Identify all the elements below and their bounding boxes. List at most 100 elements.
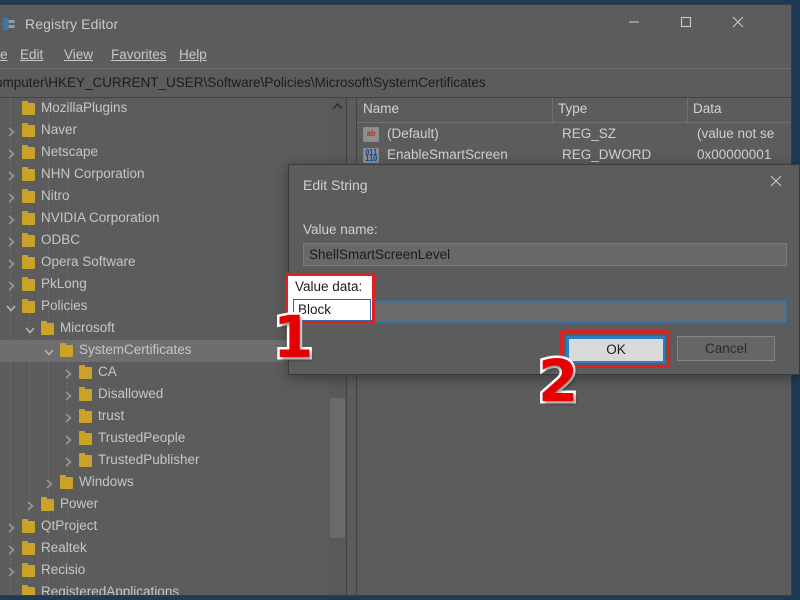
- annotation-value-data-label: Value data:: [295, 279, 363, 294]
- chevron-right-icon[interactable]: [24, 499, 36, 511]
- value-name-label: Value name:: [303, 222, 378, 237]
- address-bar[interactable]: omputer\HKEY_CURRENT_USER\Software\Polic…: [0, 69, 791, 97]
- tree-item-label: Recisio: [41, 562, 86, 577]
- column-header-data[interactable]: Data: [687, 98, 791, 122]
- edit-string-dialog: Edit String Value name: ShellSmartScreen…: [288, 164, 800, 375]
- menu-view-label: View: [64, 47, 94, 62]
- chevron-right-icon[interactable]: [62, 389, 74, 401]
- dialog-close-button[interactable]: [753, 165, 799, 196]
- tree-item-label: Disallowed: [98, 386, 164, 401]
- chevron-down-icon[interactable]: [24, 323, 36, 335]
- folder-icon: [22, 211, 35, 225]
- tree-item[interactable]: TrustedPeople: [0, 428, 357, 450]
- chevron-right-icon[interactable]: [5, 257, 17, 269]
- tree-item[interactable]: Realtek: [0, 538, 357, 560]
- header-underline: [357, 122, 791, 123]
- folder-icon: [22, 167, 35, 181]
- menu-help[interactable]: Help: [172, 45, 214, 64]
- chevron-right-icon[interactable]: [5, 235, 17, 247]
- tree-item[interactable]: TrustedPublisher: [0, 450, 357, 472]
- menu-file-label: e: [0, 47, 8, 62]
- tree-item[interactable]: Power: [0, 494, 357, 516]
- chevron-right-icon[interactable]: [62, 433, 74, 445]
- value-name: EnableSmartScreen: [387, 147, 508, 162]
- folder-icon: [41, 497, 54, 511]
- annotation-marker-2: 2: [535, 347, 580, 415]
- folder-icon: [60, 475, 73, 489]
- address-text: omputer\HKEY_CURRENT_USER\Software\Polic…: [0, 75, 486, 90]
- menu-favorites-label: Favorites: [111, 47, 167, 62]
- menu-favorites[interactable]: Favorites: [104, 45, 174, 64]
- close-button[interactable]: [715, 5, 761, 39]
- tree-item[interactable]: Netscape: [0, 142, 357, 164]
- minimize-button[interactable]: [611, 5, 657, 39]
- chevron-up-icon[interactable]: [329, 98, 346, 115]
- column-header-type[interactable]: Type: [552, 98, 687, 122]
- chevron-right-icon[interactable]: [5, 191, 17, 203]
- chevron-right-icon[interactable]: [5, 521, 17, 533]
- chevron-right-icon[interactable]: [5, 565, 17, 577]
- tree-item[interactable]: Recisio: [0, 560, 357, 582]
- annotation-marker-1: 1: [270, 303, 315, 371]
- chevron-right-icon[interactable]: [62, 367, 74, 379]
- tree-item[interactable]: MozillaPlugins: [0, 98, 357, 120]
- reg-dword-icon: 011 110: [363, 148, 379, 163]
- tree-item-label: Microsoft: [60, 320, 115, 335]
- chevron-right-icon[interactable]: [5, 169, 17, 181]
- column-header-name[interactable]: Name: [357, 98, 552, 122]
- menu-help-label: Help: [179, 47, 207, 62]
- tree-scrollbar-thumb[interactable]: [330, 398, 345, 538]
- folder-icon: [22, 541, 35, 555]
- tree-item[interactable]: RegisteredApplications: [0, 582, 357, 595]
- registry-editor-icon: [2, 17, 16, 31]
- chevron-right-icon[interactable]: [5, 279, 17, 291]
- menu-edit[interactable]: Edit: [13, 45, 50, 64]
- tree-item-label: PkLong: [41, 276, 87, 291]
- tree-item[interactable]: Disallowed: [0, 384, 357, 406]
- dialog-title: Edit String: [303, 177, 368, 193]
- chevron-right-icon[interactable]: [62, 411, 74, 423]
- chevron-right-icon[interactable]: [5, 147, 17, 159]
- maximize-button[interactable]: [663, 5, 709, 39]
- menu-view[interactable]: View: [57, 45, 100, 64]
- annotation-ok-button[interactable]: OK: [567, 337, 665, 363]
- chevron-down-icon[interactable]: [43, 345, 55, 357]
- chevron-right-icon[interactable]: [5, 543, 17, 555]
- chevron-right-icon[interactable]: [5, 125, 17, 137]
- table-row[interactable]: ab (Default) REG_SZ (value not se: [357, 124, 791, 145]
- tree-item[interactable]: Naver: [0, 120, 357, 142]
- tree-item-label: trust: [98, 408, 125, 423]
- folder-icon: [22, 189, 35, 203]
- folder-icon: [22, 563, 35, 577]
- tree-item-label: QtProject: [41, 518, 98, 533]
- cancel-button[interactable]: Cancel: [677, 336, 775, 361]
- title-bar: Registry Editor: [0, 5, 791, 42]
- tree-item-label: Nitro: [41, 188, 70, 203]
- tree-item-label: Policies: [41, 298, 88, 313]
- folder-icon: [79, 453, 92, 467]
- value-name-input[interactable]: ShellSmartScreenLevel: [303, 243, 787, 266]
- chevron-down-icon[interactable]: [5, 301, 17, 313]
- column-divider-1[interactable]: [552, 98, 553, 122]
- column-divider-2[interactable]: [687, 98, 688, 122]
- value-data-input[interactable]: [303, 300, 787, 323]
- tree-item-label: CA: [98, 364, 117, 379]
- value-name: (Default): [387, 126, 439, 141]
- chevron-right-icon[interactable]: [62, 455, 74, 467]
- folder-icon: [22, 255, 35, 269]
- folder-icon: [79, 409, 92, 423]
- folder-icon: [79, 431, 92, 445]
- tree-item[interactable]: Windows: [0, 472, 357, 494]
- tree-item[interactable]: QtProject: [0, 516, 357, 538]
- folder-icon: [60, 343, 73, 357]
- folder-icon: [22, 123, 35, 137]
- chevron-right-icon[interactable]: [5, 213, 17, 225]
- tree-item-label: Realtek: [41, 540, 87, 555]
- value-data: 0x00000001: [697, 147, 772, 162]
- table-row[interactable]: 011 110 EnableSmartScreen REG_DWORD 0x000…: [357, 145, 791, 166]
- tree-item-label: ODBC: [41, 232, 81, 247]
- tree-item[interactable]: trust: [0, 406, 357, 428]
- tree-item-label: TrustedPeople: [98, 430, 186, 445]
- folder-icon: [22, 277, 35, 291]
- chevron-right-icon[interactable]: [43, 477, 55, 489]
